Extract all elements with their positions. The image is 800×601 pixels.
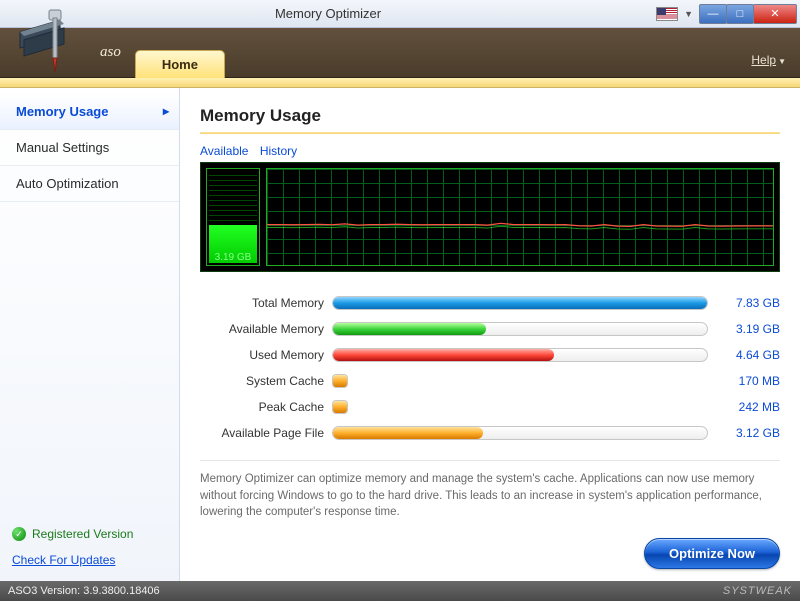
registered-label: Registered Version <box>32 527 133 541</box>
metric-label: Peak Cache <box>200 400 332 414</box>
metric-value: 4.64 GB <box>708 348 780 362</box>
metric-bar <box>332 400 348 414</box>
app-header: aso Home Help▼ <box>0 28 800 78</box>
metric-bar <box>332 296 708 310</box>
chevron-down-icon: ▼ <box>778 57 786 66</box>
metric-bar <box>332 348 708 362</box>
memory-gauge: 3.19 GB <box>206 168 260 266</box>
version-text: ASO3 Version: 3.9.3800.18406 <box>8 585 160 597</box>
metric-value: 170 MB <box>708 374 780 388</box>
sidebar: Memory Usage Manual Settings Auto Optimi… <box>0 88 180 581</box>
gauge-value: 3.19 GB <box>207 252 259 263</box>
description-text: Memory Optimizer can optimize memory and… <box>200 460 780 521</box>
close-button[interactable]: ✕ <box>753 4 797 24</box>
metric-row: Available Page File 3.12 GB <box>200 420 780 446</box>
metric-label: Available Page File <box>200 426 332 440</box>
sidebar-item-memory-usage[interactable]: Memory Usage <box>0 94 179 130</box>
watermark: SYSTWEAK <box>723 585 792 597</box>
optimize-now-button[interactable]: Optimize Now <box>644 538 780 569</box>
metric-value: 3.12 GB <box>708 426 780 440</box>
metric-bar <box>332 374 348 388</box>
page-title: Memory Usage <box>200 106 780 126</box>
metric-label: Used Memory <box>200 348 332 362</box>
metric-row: Available Memory 3.19 GB <box>200 316 780 342</box>
maximize-button[interactable]: □ <box>726 4 754 24</box>
heading-divider <box>200 132 780 134</box>
app-logo-icon <box>2 2 100 80</box>
graph-tab-history[interactable]: History <box>260 144 297 158</box>
metric-value: 3.19 GB <box>708 322 780 336</box>
flag-dropdown-icon[interactable]: ▼ <box>684 9 693 19</box>
minimize-button[interactable]: — <box>699 4 727 24</box>
sidebar-item-manual-settings[interactable]: Manual Settings <box>0 130 179 166</box>
tab-home[interactable]: Home <box>135 50 225 78</box>
main-pane: Memory Usage Available History 3.19 GB T… <box>180 88 800 581</box>
metric-label: Total Memory <box>200 296 332 310</box>
help-menu[interactable]: Help▼ <box>751 53 786 67</box>
graph-tab-available[interactable]: Available <box>200 144 248 158</box>
metric-row: Used Memory 4.64 GB <box>200 342 780 368</box>
check-updates-link[interactable]: Check For Updates <box>0 549 179 581</box>
sidebar-item-auto-optimization[interactable]: Auto Optimization <box>0 166 179 202</box>
graph-container: 3.19 GB <box>200 162 780 272</box>
metric-label: Available Memory <box>200 322 332 336</box>
metric-bar <box>332 426 708 440</box>
metric-row: Total Memory 7.83 GB <box>200 290 780 316</box>
title-bar: Memory Optimizer ▼ — □ ✕ <box>0 0 800 28</box>
ribbon-accent <box>0 78 800 88</box>
brand-text: aso <box>100 44 121 61</box>
metrics-table: Total Memory 7.83 GB Available Memory 3.19 … <box>200 290 780 446</box>
metric-bar <box>332 322 708 336</box>
metric-value: 242 MB <box>708 400 780 414</box>
metric-row: Peak Cache 242 MB <box>200 394 780 420</box>
check-icon: ✓ <box>12 527 26 541</box>
metric-label: System Cache <box>200 374 332 388</box>
registered-badge: ✓ Registered Version <box>0 519 179 549</box>
status-bar: ASO3 Version: 3.9.3800.18406 SYSTWEAK <box>0 581 800 601</box>
metric-row: System Cache 170 MB <box>200 368 780 394</box>
history-graph <box>266 168 774 266</box>
metric-value: 7.83 GB <box>708 296 780 310</box>
flag-icon[interactable] <box>656 7 678 21</box>
graph-tabs: Available History <box>200 144 780 158</box>
